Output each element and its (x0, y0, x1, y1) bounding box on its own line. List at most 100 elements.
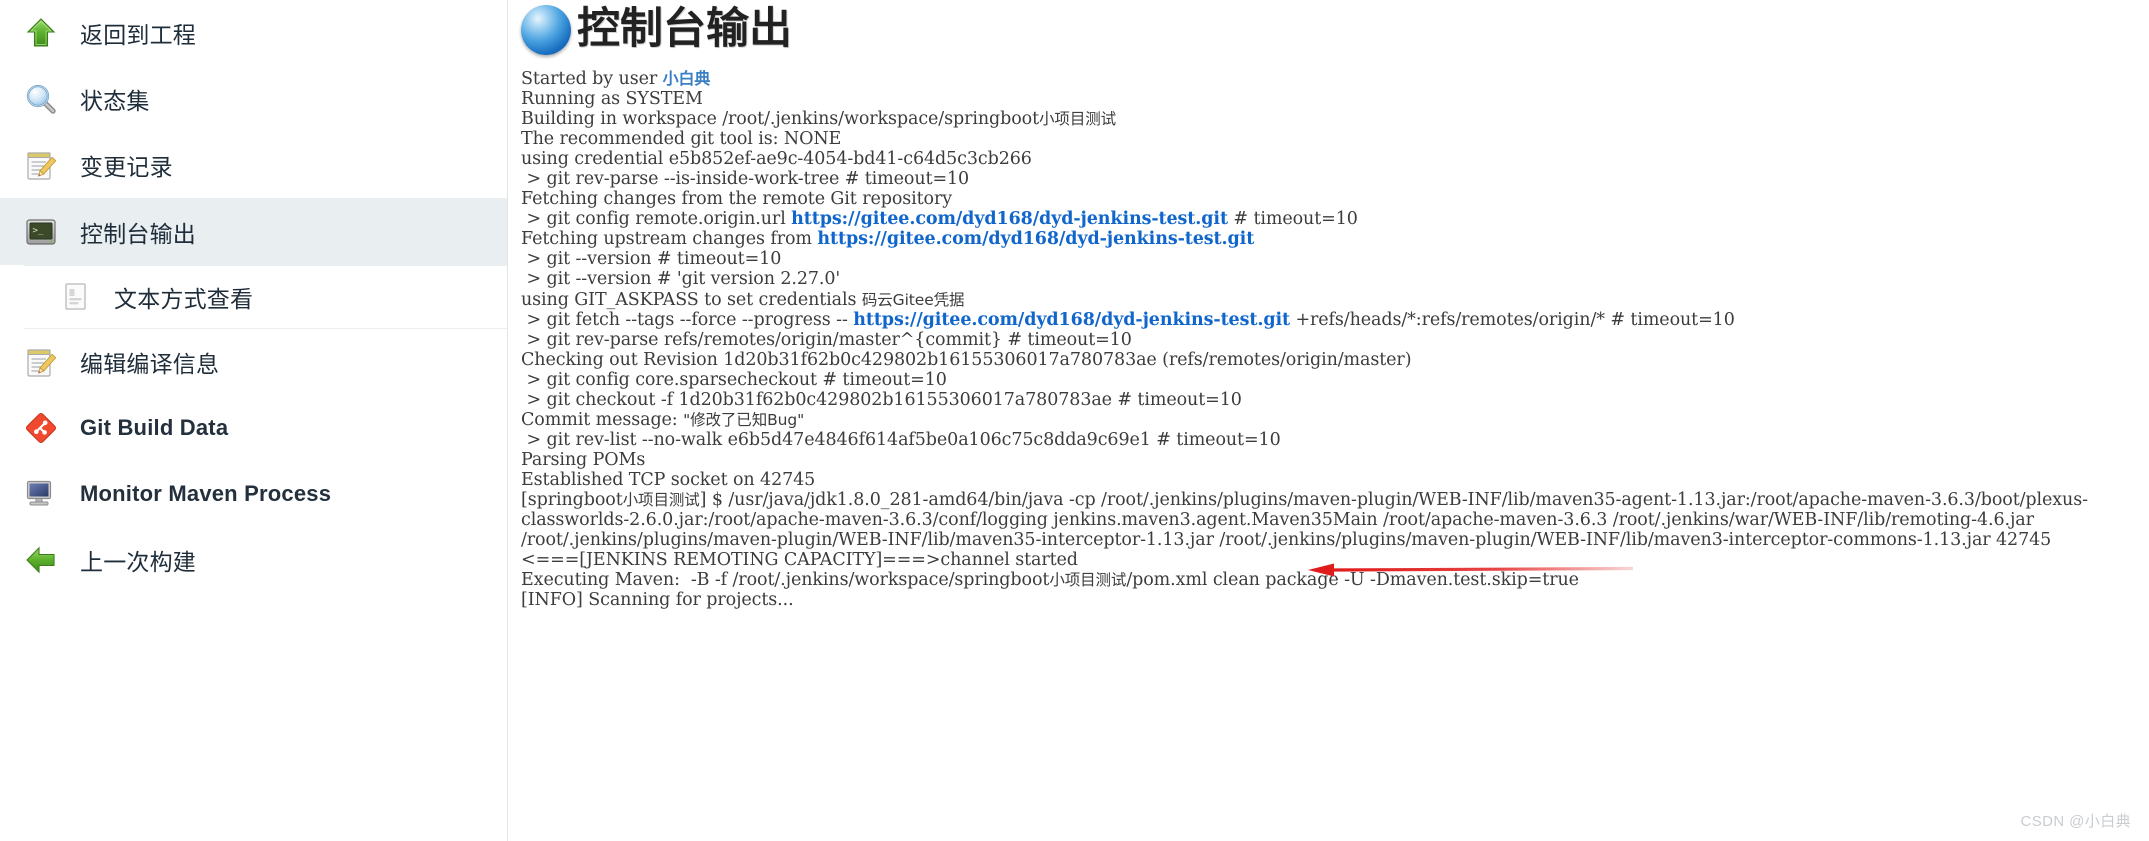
csdn-watermark: CSDN @小白典 (2020, 813, 2131, 830)
console-text: ] $ /usr/java/jdk1.8.0_281-amd64/bin/jav… (699, 489, 2088, 510)
console-line: Started by user 小白典 (521, 69, 2149, 89)
console-line: /root/.jenkins/plugins/maven-plugin/WEB-… (521, 530, 2149, 550)
console-line: classworlds-2.6.0.jar:/root/apache-maven… (521, 510, 2149, 530)
console-line: [springboot小项目测试] $ /usr/java/jdk1.8.0_2… (521, 490, 2149, 510)
console-text: Fetching changes from the remote Git rep… (521, 189, 953, 210)
console-text: 小项目测试 (622, 490, 700, 509)
svg-text:>_: >_ (33, 226, 44, 236)
console-line: > git --version # timeout=10 (521, 249, 2149, 269)
terminal-icon: >_ (24, 215, 58, 249)
console-line: > git rev-list --no-walk e6b5d47e4846f61… (521, 430, 2149, 450)
sidebar-item-label: 控制台输出 (80, 221, 196, 247)
main-content: 控制台输出 Started by user 小白典 Running as SYST… (508, 0, 2149, 841)
user-link[interactable]: 小白典 (663, 69, 711, 88)
console-text: using credential e5b852ef-ae9c-4054-bd41… (521, 149, 1032, 170)
monitor-icon (24, 477, 58, 511)
left-arrow-green-icon (24, 543, 58, 577)
console-line: > git config remote.origin.url https://g… (521, 209, 2149, 229)
console-text: Started by user (521, 69, 663, 89)
console-line: Established TCP socket on 42745 (521, 470, 2149, 490)
console-text: Fetching upstream changes from (521, 229, 818, 250)
console-text: > git --version # 'git version 2.27.0' (521, 269, 841, 290)
console-text: > git rev-parse --is-inside-work-tree # … (521, 169, 970, 190)
sidebar-item-changes[interactable]: 变更记录 (0, 132, 507, 198)
console-text: > git fetch --tags --force --progress -- (521, 309, 854, 330)
sidebar-item-label: 上一次构建 (80, 549, 196, 575)
console-line: > git config core.sparsecheckout # timeo… (521, 370, 2149, 390)
repository-link[interactable]: https://gitee.com/dyd168/dyd-jenkins-tes… (853, 310, 1290, 330)
page-title: 控制台输出 (508, 0, 2149, 58)
console-text: The recommended git tool is: NONE (521, 129, 842, 150)
sidebar-item-label: 编辑编译信息 (80, 351, 220, 377)
console-text: Running as SYSTEM (521, 89, 703, 110)
console-text: 小项目测试 (1049, 571, 1127, 590)
sidebar-item-label: 文本方式查看 (114, 286, 254, 312)
console-line: Running as SYSTEM (521, 89, 2149, 109)
console-text: /pom.xml clean package -U -Dmaven.test.s… (1126, 570, 1579, 591)
notepad-pencil-icon (24, 345, 58, 379)
sidebar-item-status[interactable]: 状态集 (0, 66, 507, 132)
console-text: Commit message: (521, 409, 684, 430)
sidebar-item-git-build-data[interactable]: Git Build Data (0, 395, 507, 461)
console-line: Fetching upstream changes from https://g… (521, 229, 2149, 249)
console-text: > git rev-parse refs/remotes/origin/mast… (521, 329, 1132, 350)
console-text: 小项目测试 (1039, 110, 1117, 129)
console-text: <===[JENKINS REMOTING CAPACITY]===>chann… (521, 550, 1078, 571)
console-line: > git rev-parse refs/remotes/origin/mast… (521, 330, 2149, 350)
sidebar-item-previous-build[interactable]: 上一次构建 (0, 527, 507, 593)
console-text: [INFO] Scanning for projects... (521, 590, 794, 611)
sidebar-item-edit-build-information[interactable]: 编辑编译信息 (0, 329, 507, 395)
git-diamond-icon (24, 411, 58, 445)
console-line: Executing Maven: -B -f /root/.jenkins/wo… (521, 570, 2149, 590)
sidebar: 返回到工程 状态集 变更记录 >_ 控制台输出 文本方式查看 编辑编译信息 Gi… (0, 0, 508, 841)
notepad-pencil-icon (24, 148, 58, 182)
console-line: Fetching changes from the remote Git rep… (521, 189, 2149, 209)
console-line: <===[JENKINS REMOTING CAPACITY]===>chann… (521, 550, 2149, 570)
console-line: using GIT_ASKPASS to set credentials 码云G… (521, 290, 2149, 310)
console-text: > git checkout -f 1d20b31f62b0c429802b16… (521, 389, 1242, 410)
console-output-log[interactable]: Started by user 小白典 Running as SYSTEM Buil… (508, 58, 2149, 610)
console-text: > git --version # timeout=10 (521, 249, 782, 270)
console-line: Building in workspace /root/.jenkins/wor… (521, 109, 2149, 129)
console-text: Parsing POMs (521, 449, 646, 470)
console-text: /root/.jenkins/plugins/maven-plugin/WEB-… (521, 530, 2052, 551)
sidebar-item-label: 返回到工程 (80, 22, 196, 48)
sidebar-item-label: Monitor Maven Process (80, 481, 332, 506)
magnifier-icon (24, 82, 58, 116)
jenkins-console-output-page: 返回到工程 状态集 变更记录 >_ 控制台输出 文本方式查看 编辑编译信息 Gi… (0, 0, 2149, 841)
page-title-text: 控制台输出 (577, 5, 792, 53)
console-text: Checking out Revision 1d20b31f62b0c42980… (521, 349, 1412, 370)
console-line: [INFO] Scanning for projects... (521, 590, 2149, 610)
sidebar-item-view-as-plain-text[interactable]: 文本方式查看 (0, 266, 507, 328)
sidebar-item-label: 状态集 (80, 88, 150, 114)
console-text: [springboot (521, 489, 623, 510)
console-text: 码云Gitee凭据 (861, 290, 965, 309)
blue-ball-icon (521, 4, 571, 55)
console-line: using credential e5b852ef-ae9c-4054-bd41… (521, 149, 2149, 169)
sidebar-item-label: Git Build Data (80, 415, 229, 440)
console-text: Executing Maven: -B -f /root/.jenkins/wo… (521, 570, 1050, 591)
console-line: The recommended git tool is: NONE (521, 129, 2149, 149)
console-line: Parsing POMs (521, 450, 2149, 470)
console-text: Building in workspace /root/.jenkins/wor… (521, 109, 1040, 130)
sidebar-item-label: 变更记录 (80, 154, 173, 180)
sidebar-item-back-to-project[interactable]: 返回到工程 (0, 0, 507, 66)
console-text: classworlds-2.6.0.jar:/root/apache-maven… (521, 510, 2034, 531)
sidebar-item-monitor-maven-process[interactable]: Monitor Maven Process (0, 461, 507, 527)
up-arrow-green-icon (24, 16, 58, 50)
console-text: # timeout=10 (1227, 209, 1358, 230)
console-text: using GIT_ASKPASS to set credentials (521, 289, 862, 310)
console-text: > git config remote.origin.url (521, 209, 792, 230)
console-line: > git --version # 'git version 2.27.0' (521, 269, 2149, 289)
repository-link[interactable]: https://gitee.com/dyd168/dyd-jenkins-tes… (817, 229, 1254, 249)
console-line: > git rev-parse --is-inside-work-tree # … (521, 169, 2149, 189)
console-text: Established TCP socket on 42745 (521, 469, 816, 490)
console-line: Commit message: "修改了已知Bug" (521, 410, 2149, 430)
console-text: "修改了已知Bug" (683, 410, 805, 429)
sidebar-item-console-output[interactable]: >_ 控制台输出 (0, 199, 507, 265)
repository-link[interactable]: https://gitee.com/dyd168/dyd-jenkins-tes… (791, 209, 1228, 229)
console-text: +refs/heads/*:refs/remotes/origin/* # ti… (1290, 309, 1735, 330)
console-line: > git fetch --tags --force --progress --… (521, 310, 2149, 330)
console-text: > git rev-list --no-walk e6b5d47e4846f61… (521, 429, 1281, 450)
document-page-icon (62, 282, 90, 312)
